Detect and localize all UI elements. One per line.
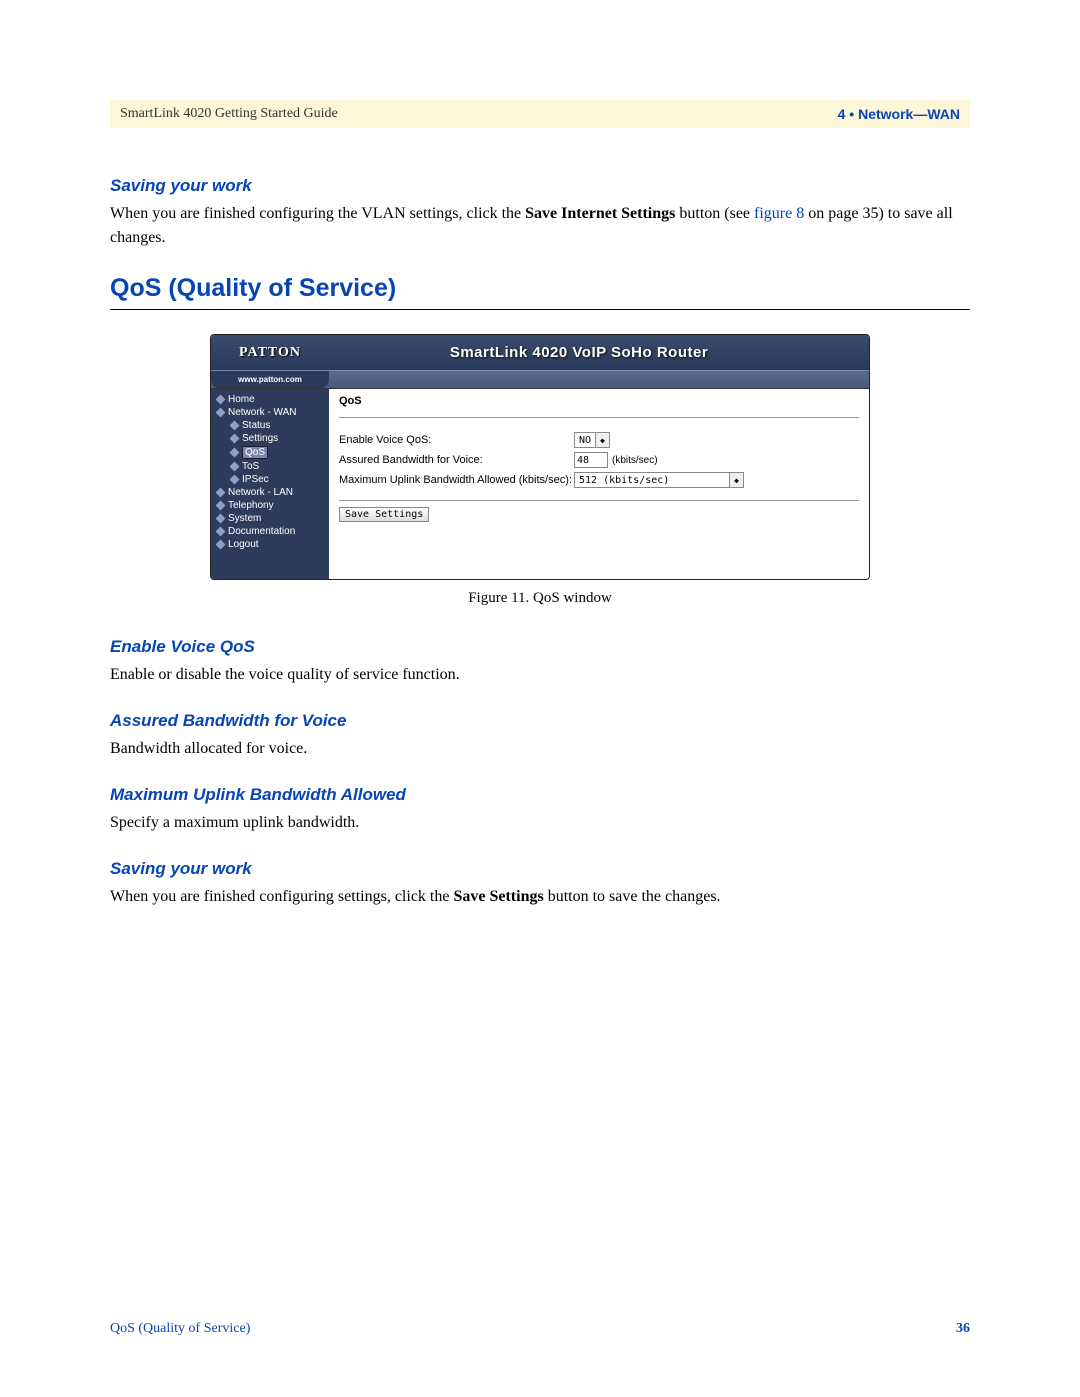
nav-item-network-lan[interactable]: Network - LAN [211,486,329,499]
nav-item-home[interactable]: Home [211,393,329,406]
diamond-icon [230,462,240,472]
text: button to save the changes. [544,888,721,905]
header-bar: SmartLink 4020 Getting Started Guide 4 •… [110,100,970,128]
text: button (see [675,205,754,222]
nav-label: QoS [242,446,268,459]
page-footer: QoS (Quality of Service) 36 [110,1321,970,1337]
form-row-enable: Enable Voice QoS: NO ◆ [339,432,859,448]
nav-label: Network - LAN [228,487,293,498]
nav-label: Documentation [228,526,295,537]
select-arrows-icon: ◆ [729,473,743,487]
figure-link[interactable]: figure 8 [754,205,804,222]
figure-container: PATTON SmartLink 4020 VoIP SoHo Router w… [110,334,970,627]
select-value: NO [575,435,595,446]
header-section: 4 • Network—WAN [838,106,960,122]
nav-item-telephony[interactable]: Telephony [211,499,329,512]
diamond-icon [216,527,226,537]
select-max-uplink[interactable]: 512 (kbits/sec) ◆ [574,472,744,488]
subheading-enable: Enable Voice QoS [110,637,970,657]
diamond-icon [216,540,226,550]
unit-assured: (kbits/sec) [612,455,658,466]
nav-item-settings[interactable]: Settings [211,432,329,445]
diamond-icon [216,408,226,418]
nav-item-logout[interactable]: Logout [211,538,329,551]
form-row-assured: Assured Bandwidth for Voice: (kbits/sec) [339,452,859,468]
bold-text: Save Internet Settings [525,205,675,222]
nav-label: ToS [242,461,259,472]
nav-item-ipsec[interactable]: IPSec [211,473,329,486]
select-enable-qos[interactable]: NO ◆ [574,432,610,448]
brand-logo: PATTON [211,345,329,361]
nav-item-system[interactable]: System [211,512,329,525]
nav-label: Logout [228,539,259,550]
nav-label: Home [228,394,255,405]
footer-page-number: 36 [956,1321,970,1337]
diamond-icon [230,475,240,485]
router-banner: PATTON SmartLink 4020 VoIP SoHo Router [211,335,869,371]
nav-label: Telephony [228,500,274,511]
nav-item-status[interactable]: Status [211,419,329,432]
panel-title: QoS [339,395,859,407]
input-assured-bw[interactable] [574,452,608,468]
save-settings-button[interactable]: Save Settings [339,507,429,522]
text: When you are finished configuring settin… [110,888,453,905]
diamond-icon [216,501,226,511]
label-max-uplink: Maximum Uplink Bandwidth Allowed (kbits/… [339,474,574,486]
paragraph-saving-1: When you are finished configuring the VL… [110,202,970,250]
nav-label: Network - WAN [228,407,297,418]
paragraph-assured: Bandwidth allocated for voice. [110,737,970,761]
paragraph-enable: Enable or disable the voice quality of s… [110,663,970,687]
router-title: SmartLink 4020 VoIP SoHo Router [329,344,869,361]
label-assured-bw: Assured Bandwidth for Voice: [339,454,574,466]
nav-item-qos[interactable]: QoS [211,445,329,460]
nav-item-documentation[interactable]: Documentation [211,525,329,538]
heading-rule [110,309,970,310]
brand-url[interactable]: www.patton.com [211,371,329,388]
subheading-saving-2: Saving your work [110,859,970,879]
nav-label: IPSec [242,474,269,485]
qos-window-screenshot: PATTON SmartLink 4020 VoIP SoHo Router w… [210,334,870,580]
select-arrows-icon: ◆ [595,433,609,447]
figure-caption: Figure 11. QoS window [468,590,612,607]
paragraph-saving-2: When you are finished configuring settin… [110,885,970,909]
nav-item-network-wan[interactable]: Network - WAN [211,406,329,419]
subheading-max: Maximum Uplink Bandwidth Allowed [110,785,970,805]
sub-banner: www.patton.com [211,371,869,389]
bold-text: Save Settings [453,888,543,905]
nav-label: System [228,513,261,524]
nav-label: Settings [242,433,278,444]
form-row-max: Maximum Uplink Bandwidth Allowed (kbits/… [339,472,859,488]
diamond-icon [230,434,240,444]
nav-label: Status [242,420,270,431]
label-enable-qos: Enable Voice QoS: [339,434,574,446]
diamond-icon [216,395,226,405]
content-panel: QoS Enable Voice QoS: NO ◆ Assured Bandw… [329,389,869,579]
heading-qos: QoS (Quality of Service) [110,274,970,303]
paragraph-max: Specify a maximum uplink bandwidth. [110,811,970,835]
footer-section-name: QoS (Quality of Service) [110,1321,250,1337]
subheading-saving-1: Saving your work [110,176,970,196]
text: When you are finished configuring the VL… [110,205,525,222]
diamond-icon [216,488,226,498]
sidebar-nav: Home Network - WAN Status Settings QoS ToS IPS… [211,389,329,579]
diamond-icon [216,514,226,524]
nav-item-tos[interactable]: ToS [211,460,329,473]
select-value: 512 (kbits/sec) [575,475,673,486]
diamond-icon [230,421,240,431]
header-doc-title: SmartLink 4020 Getting Started Guide [120,106,338,122]
diamond-icon [230,448,240,458]
subheading-assured: Assured Bandwidth for Voice [110,711,970,731]
